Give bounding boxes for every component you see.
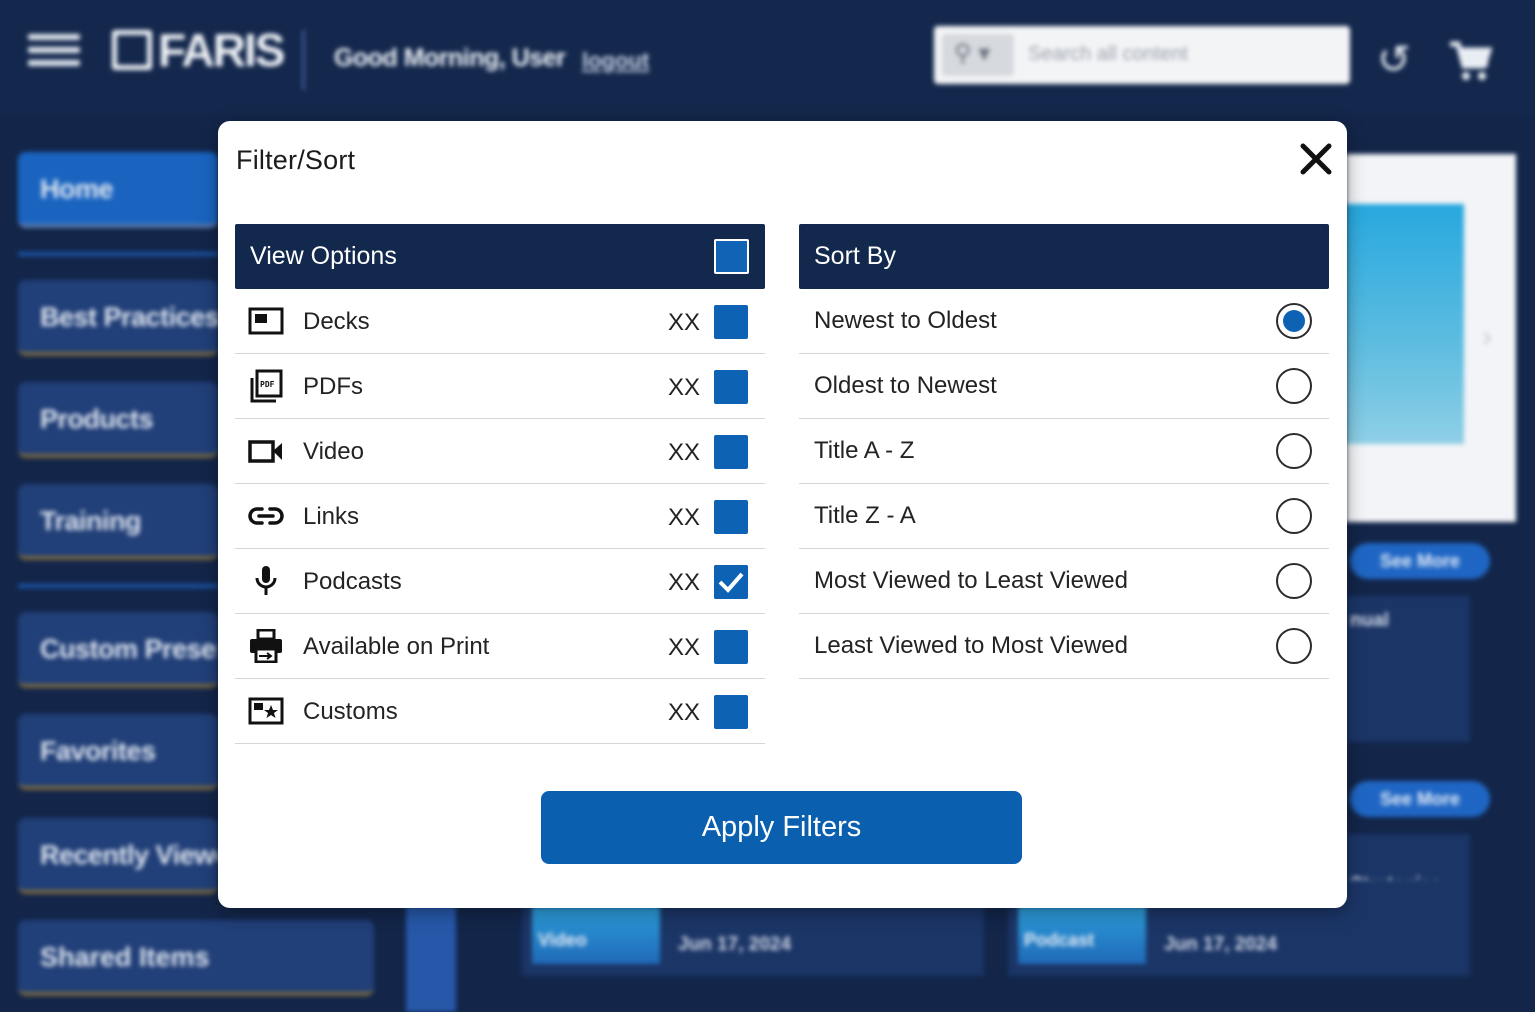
brand-name: FARIS bbox=[158, 24, 285, 76]
view-option-count: XX bbox=[668, 439, 701, 466]
sidebar-item-best-practices[interactable]: Best Practices bbox=[18, 280, 218, 356]
content-card-type: Video bbox=[532, 906, 660, 964]
sidebar-item-custom-presentations[interactable]: Custom Presentations bbox=[18, 612, 218, 688]
sort-radio[interactable] bbox=[1276, 498, 1312, 534]
sidebar-divider bbox=[18, 584, 218, 588]
view-option-label: Podcasts bbox=[303, 568, 402, 595]
sort-option-title-az[interactable]: Title A - Z bbox=[799, 419, 1329, 484]
cart-icon[interactable] bbox=[1446, 36, 1494, 84]
see-more-button[interactable]: See More bbox=[1350, 781, 1490, 817]
sort-option-most-viewed[interactable]: Most Viewed to Least Viewed bbox=[799, 549, 1329, 614]
chevron-right-icon[interactable]: › bbox=[1482, 320, 1492, 354]
pdf-icon: PDF bbox=[250, 369, 283, 403]
sort-option-label: Oldest to Newest bbox=[814, 372, 997, 399]
view-option-label: Video bbox=[303, 438, 364, 465]
sort-option-label: Most Viewed to Least Viewed bbox=[814, 567, 1128, 594]
content-card-date: Jun 17, 2024 bbox=[1164, 934, 1278, 955]
sort-option-label: Title A - Z bbox=[814, 437, 915, 464]
sidebar-item-training[interactable]: Training bbox=[18, 484, 218, 560]
greeting-text: Good Morning, User bbox=[334, 44, 566, 72]
view-option-video[interactable]: Video XX bbox=[235, 419, 765, 484]
view-option-decks[interactable]: Decks XX bbox=[235, 289, 765, 354]
view-option-label: Decks bbox=[303, 308, 370, 335]
content-card-title: nual bbox=[1350, 610, 1390, 631]
podcasts-checkbox-checked[interactable] bbox=[714, 565, 748, 599]
modal-title: Filter/Sort bbox=[236, 145, 356, 175]
see-more-button[interactable]: See More bbox=[1350, 543, 1490, 579]
logo-box-icon bbox=[112, 30, 152, 70]
decks-checkbox[interactable] bbox=[714, 305, 748, 339]
search-bar[interactable]: ⚲ ▾ Search all content bbox=[934, 26, 1350, 84]
sort-radio[interactable] bbox=[1276, 368, 1312, 404]
links-checkbox[interactable] bbox=[714, 500, 748, 534]
view-option-count: XX bbox=[668, 374, 701, 401]
sort-option-label: Least Viewed to Most Viewed bbox=[814, 632, 1128, 659]
sidebar-item-shared-items[interactable]: Shared Items bbox=[18, 920, 374, 996]
view-option-count: XX bbox=[668, 699, 701, 726]
view-option-pdfs[interactable]: PDF PDFs XX bbox=[235, 354, 765, 419]
search-icon[interactable]: ⚲ ▾ bbox=[942, 34, 1014, 76]
sort-radio[interactable] bbox=[1276, 563, 1312, 599]
sidebar-item-home[interactable]: Home bbox=[18, 152, 218, 228]
select-all-checkbox[interactable] bbox=[714, 239, 749, 274]
history-icon[interactable]: ↺ bbox=[1372, 38, 1416, 82]
link-icon bbox=[248, 507, 284, 525]
header-divider bbox=[302, 30, 305, 90]
sidebar-item-favorites[interactable]: Favorites bbox=[18, 714, 218, 790]
view-option-count: XX bbox=[668, 309, 701, 336]
view-option-customs[interactable]: Customs XX bbox=[235, 679, 765, 744]
view-options-panel: View Options Decks XX PDF PDFs XX Video … bbox=[235, 224, 765, 744]
view-option-podcasts[interactable]: Podcasts XX bbox=[235, 549, 765, 614]
video-icon bbox=[248, 440, 282, 463]
brand-logo[interactable]: FARIS bbox=[112, 24, 285, 76]
sort-by-heading: Sort By bbox=[814, 242, 896, 270]
background-strip bbox=[406, 900, 456, 1012]
print-icon bbox=[250, 629, 282, 663]
sort-by-panel: Sort By Newest to Oldest Oldest to Newes… bbox=[799, 224, 1329, 679]
view-option-print[interactable]: Available on Print XX bbox=[235, 614, 765, 679]
view-option-count: XX bbox=[668, 569, 701, 596]
sort-option-least-viewed[interactable]: Least Viewed to Most Viewed bbox=[799, 614, 1329, 679]
content-card-date: Jun 17, 2024 bbox=[678, 934, 792, 955]
sort-radio[interactable] bbox=[1276, 433, 1312, 469]
hamburger-menu-icon[interactable] bbox=[28, 34, 80, 70]
sort-option-oldest[interactable]: Oldest to Newest bbox=[799, 354, 1329, 419]
view-option-label: Available on Print bbox=[303, 633, 490, 660]
view-option-count: XX bbox=[668, 504, 701, 531]
customs-checkbox[interactable] bbox=[714, 695, 748, 729]
sort-option-label: Newest to Oldest bbox=[814, 307, 997, 334]
sort-option-title-za[interactable]: Title Z - A bbox=[799, 484, 1329, 549]
sidebar-item-products[interactable]: Products bbox=[18, 382, 218, 458]
pdfs-checkbox[interactable] bbox=[714, 370, 748, 404]
content-card-type: Podcast bbox=[1018, 906, 1146, 964]
search-input[interactable]: Search all content bbox=[1028, 43, 1188, 66]
sort-radio-selected[interactable] bbox=[1276, 303, 1312, 339]
view-option-count: XX bbox=[668, 634, 701, 661]
custom-star-icon bbox=[248, 697, 284, 725]
view-option-label: Links bbox=[303, 503, 360, 530]
close-icon[interactable] bbox=[1298, 141, 1334, 177]
sidebar-divider bbox=[18, 252, 218, 256]
view-option-label: Customs bbox=[303, 698, 398, 725]
sort-option-label: Title Z - A bbox=[814, 502, 916, 529]
video-checkbox[interactable] bbox=[714, 435, 748, 469]
view-option-links[interactable]: Links XX bbox=[235, 484, 765, 549]
svg-text:PDF: PDF bbox=[260, 380, 275, 389]
view-options-header: View Options bbox=[235, 224, 765, 289]
microphone-icon bbox=[255, 566, 277, 595]
featured-card-image bbox=[1346, 204, 1464, 444]
sort-radio[interactable] bbox=[1276, 628, 1312, 664]
deck-icon bbox=[248, 307, 284, 335]
apply-filters-button[interactable]: Apply Filters bbox=[541, 791, 1022, 864]
sort-option-newest[interactable]: Newest to Oldest bbox=[799, 289, 1329, 354]
logout-link[interactable]: logout bbox=[582, 48, 649, 74]
view-option-label: PDFs bbox=[303, 373, 363, 400]
print-checkbox[interactable] bbox=[714, 630, 748, 664]
view-options-heading: View Options bbox=[250, 242, 397, 270]
sidebar-item-recently-viewed[interactable]: Recently Viewed bbox=[18, 818, 218, 894]
sort-by-header: Sort By bbox=[799, 224, 1329, 289]
top-bar: FARIS Good Morning, User logout ⚲ ▾ Sear… bbox=[0, 0, 1535, 118]
filter-sort-modal: Filter/Sort View Options Decks XX PDF PD… bbox=[218, 121, 1347, 908]
